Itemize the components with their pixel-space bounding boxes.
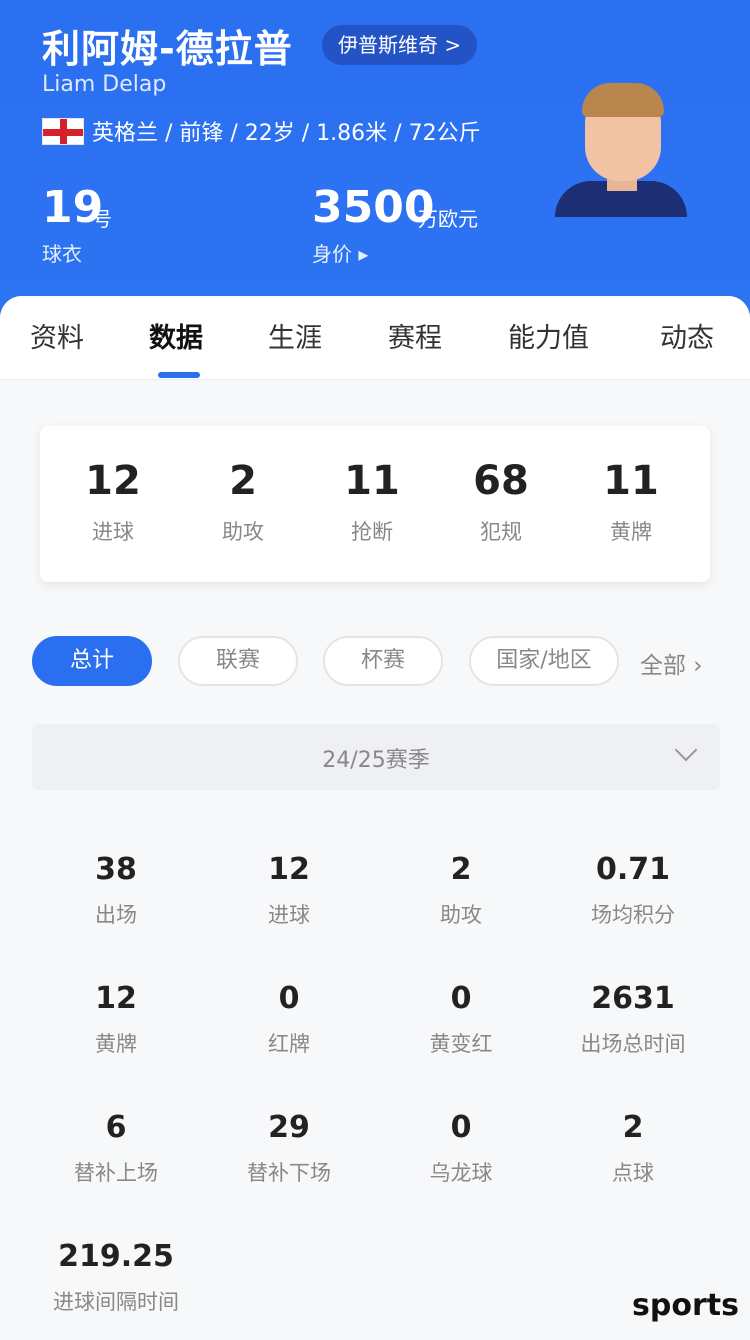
stat-label: 替补上场 [74, 1161, 158, 1185]
summary-item: 11 抢断 [312, 458, 432, 546]
summary-value: 68 [473, 458, 529, 504]
england-flag-icon [42, 117, 84, 145]
stat-item: 0 黄变红 [375, 981, 547, 1058]
market-value-unit: 万欧元 [418, 207, 478, 231]
summary-label: 黄牌 [610, 520, 652, 544]
summary-value: 2 [229, 458, 257, 504]
stat-item: 6 替补上场 [30, 1110, 202, 1187]
filter-national[interactable]: 国家/地区 [469, 636, 619, 686]
player-avatar [555, 83, 687, 217]
stat-item: 0 乌龙球 [375, 1110, 547, 1187]
jersey-label: 球衣 [42, 242, 82, 266]
stat-label: 红牌 [268, 1032, 310, 1056]
stat-label: 场均积分 [591, 903, 675, 927]
filter-league[interactable]: 联赛 [178, 636, 298, 686]
summary-item: 12 进球 [53, 458, 173, 546]
stat-value: 2 [450, 852, 472, 887]
stat-value: 2 [622, 1110, 644, 1145]
player-bio: 英格兰 / 前锋 / 22岁 / 1.86米 / 72公斤 [42, 115, 481, 147]
jersey-unit: 号 [92, 207, 112, 231]
stat-label: 出场总时间 [580, 1032, 686, 1056]
filter-all-button[interactable]: 全部 › [640, 646, 703, 680]
summary-item: 2 助攻 [183, 458, 303, 546]
stat-label: 出场 [95, 903, 137, 927]
summary-card: 12 进球 2 助攻 11 抢断 68 犯规 11 黄牌 [40, 426, 710, 582]
watermark: sports [632, 1288, 739, 1323]
stat-value: 219.25 [58, 1239, 174, 1274]
stat-value: 0 [450, 1110, 472, 1145]
stat-item: 2 助攻 [375, 852, 547, 929]
stat-value: 0.71 [595, 852, 671, 887]
summary-label: 犯规 [480, 520, 522, 544]
summary-label: 抢断 [351, 520, 393, 544]
stat-item: 38 出场 [30, 852, 202, 929]
stat-label: 助攻 [440, 903, 482, 927]
summary-item: 68 犯规 [441, 458, 561, 546]
player-bio-text: 英格兰 / 前锋 / 22岁 / 1.86米 / 72公斤 [92, 121, 481, 146]
active-tab-indicator [158, 372, 200, 378]
stat-label: 黄牌 [95, 1032, 137, 1056]
summary-value: 11 [603, 458, 659, 504]
tab-bar: 资料 数据 生涯 赛程 能力值 动态 [0, 296, 750, 380]
summary-value: 12 [85, 458, 141, 504]
player-english-name: Liam Delap [42, 72, 167, 97]
stat-item: 0 红牌 [203, 981, 375, 1058]
summary-value: 11 [344, 458, 400, 504]
stat-item: 12 黄牌 [30, 981, 202, 1058]
stat-item: 29 替补下场 [203, 1110, 375, 1187]
season-label: 24/25赛季 [322, 748, 430, 773]
stat-item: 2631 出场总时间 [547, 981, 719, 1058]
summary-label: 助攻 [222, 520, 264, 544]
tab-schedule[interactable]: 赛程 [388, 316, 442, 355]
stat-label: 进球间隔时间 [53, 1290, 179, 1314]
stat-value: 0 [450, 981, 472, 1016]
filter-cup[interactable]: 杯赛 [323, 636, 443, 686]
stat-label: 进球 [268, 903, 310, 927]
stat-value: 29 [268, 1110, 310, 1145]
summary-label: 进球 [92, 520, 134, 544]
tab-career[interactable]: 生涯 [268, 316, 322, 355]
summary-item: 11 黄牌 [571, 458, 691, 546]
club-link[interactable]: 伊普斯维奇 > [322, 25, 478, 65]
market-value: 3500 [312, 182, 435, 233]
stat-value: 0 [278, 981, 300, 1016]
player-name: 利阿姆-德拉普 [42, 27, 293, 71]
stat-label: 黄变红 [429, 1032, 493, 1056]
stat-item: 219.25 进球间隔时间 [30, 1239, 202, 1316]
player-header: 利阿姆-德拉普 伊普斯维奇 > Liam Delap 英格兰 / 前锋 / 22… [0, 0, 750, 330]
tab-ability[interactable]: 能力值 [508, 316, 589, 355]
content-panel: 资料 数据 生涯 赛程 能力值 动态 12 进球 2 助攻 11 抢断 68 犯… [0, 296, 750, 1340]
stat-label: 替补下场 [247, 1161, 331, 1185]
tab-stats[interactable]: 数据 [149, 316, 203, 355]
stat-value: 38 [95, 852, 137, 887]
stat-item: 2 点球 [547, 1110, 719, 1187]
stat-value: 2631 [591, 981, 675, 1016]
stat-value: 6 [105, 1110, 127, 1145]
stat-value: 12 [95, 981, 137, 1016]
stat-item: 12 进球 [203, 852, 375, 929]
stat-value: 12 [268, 852, 310, 887]
stat-item: 0.71 场均积分 [547, 852, 719, 929]
market-value-link[interactable]: 身价 ▸ [312, 238, 368, 267]
season-selector[interactable]: 24/25赛季 [32, 724, 720, 790]
stat-label: 乌龙球 [429, 1161, 493, 1185]
tab-news[interactable]: 动态 [660, 316, 714, 355]
tab-profile[interactable]: 资料 [30, 316, 84, 355]
filter-total[interactable]: 总计 [32, 636, 152, 686]
stat-label: 点球 [612, 1161, 654, 1185]
